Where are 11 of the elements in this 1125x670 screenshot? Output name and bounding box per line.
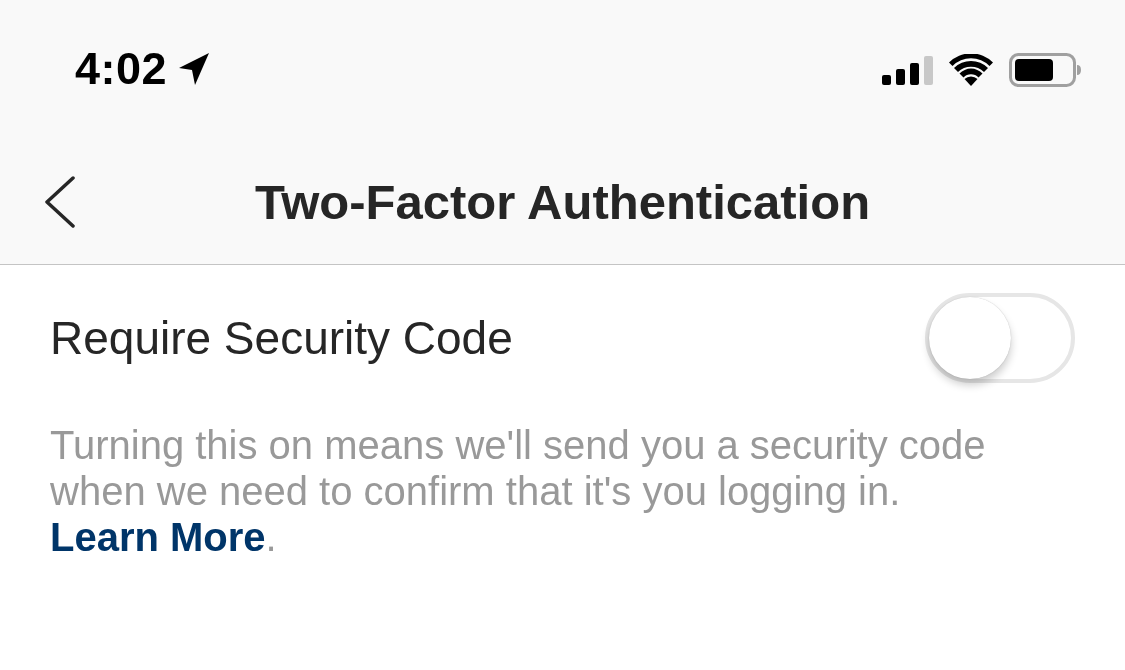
learn-more-link[interactable]: Learn More — [50, 515, 266, 559]
description-text: Turning this on means we'll send you a security code when we need to confirm that it's you logging in. Learn More. — [49, 422, 987, 560]
chevron-left-icon — [44, 176, 76, 228]
page-title: Two-Factor Authentication — [254, 174, 871, 230]
battery-icon — [1009, 53, 1081, 87]
signal-icon — [882, 55, 933, 85]
wifi-icon — [949, 54, 993, 86]
setting-label: Require Security Code — [50, 310, 513, 365]
location-arrow-icon — [179, 53, 210, 85]
back-button[interactable] — [42, 175, 78, 229]
status-time: 4:02 — [75, 43, 168, 95]
